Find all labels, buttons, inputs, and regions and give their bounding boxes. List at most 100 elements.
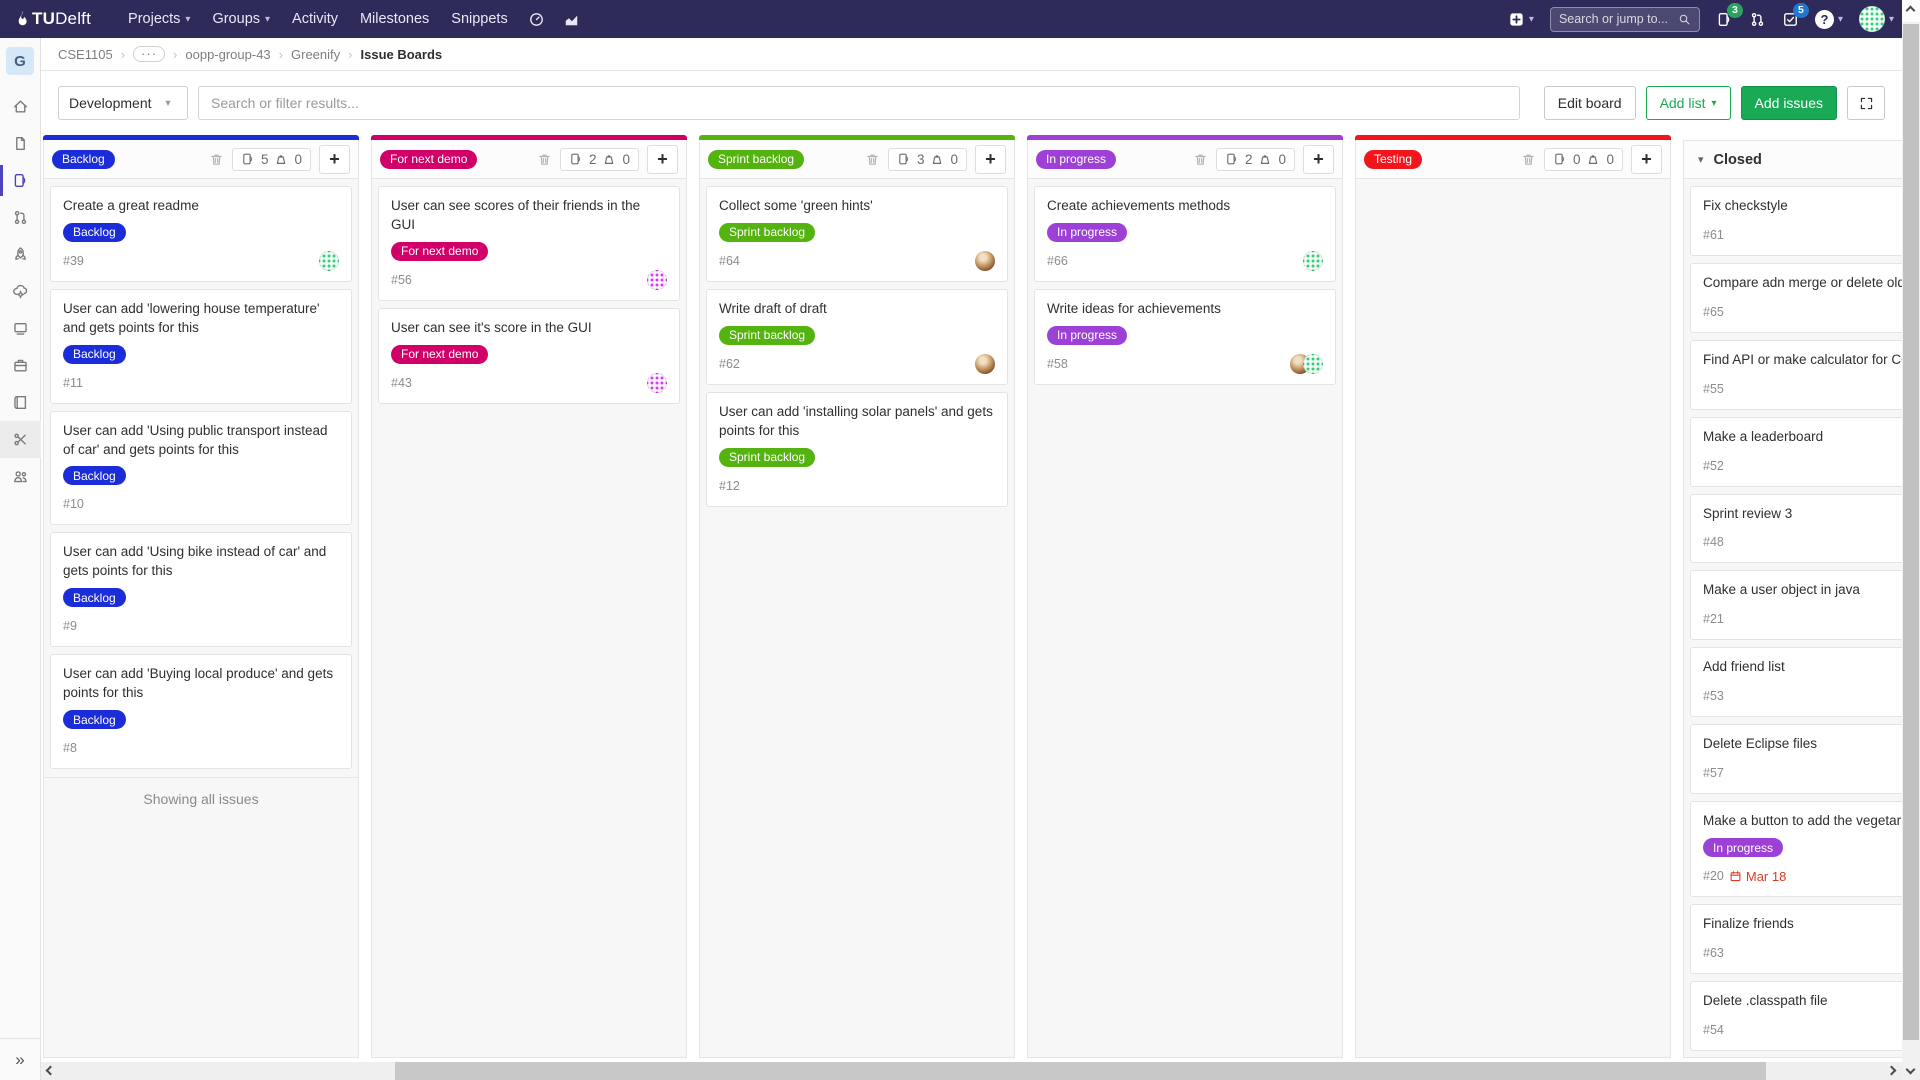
issue-label-pill[interactable]: Backlog xyxy=(63,466,126,485)
board-switcher[interactable]: Development ▾ xyxy=(58,86,188,120)
todos-shortcut[interactable]: 5 xyxy=(1782,11,1799,28)
sidebar-item-analytics[interactable] xyxy=(0,310,41,347)
add-issue-to-list-button[interactable]: + xyxy=(647,145,678,174)
issue-card[interactable]: Create achievements methodsIn progress#6… xyxy=(1034,186,1336,282)
assignee-avatar[interactable] xyxy=(1303,251,1323,271)
nav-milestones[interactable]: Milestones xyxy=(360,11,429,27)
delete-list-button[interactable] xyxy=(1193,152,1208,167)
sidebar-item-packages[interactable] xyxy=(0,347,41,384)
issue-card[interactable]: Collect some 'green hints'Sprint backlog… xyxy=(706,186,1008,282)
add-issues-button[interactable]: Add issues xyxy=(1741,86,1837,120)
issue-card[interactable]: Delete Eclipse files#57 xyxy=(1690,724,1902,794)
nav-snippets[interactable]: Snippets xyxy=(451,11,507,27)
issue-card[interactable]: Create a great readmeBacklog#39 xyxy=(50,186,352,282)
sidebar-item-repository[interactable] xyxy=(0,125,41,162)
delete-list-button[interactable] xyxy=(209,152,224,167)
scroll-right-arrow[interactable] xyxy=(1888,1067,1895,1074)
issue-label-pill[interactable]: For next demo xyxy=(391,242,488,261)
user-menu[interactable]: ▾ xyxy=(1859,6,1894,32)
add-issue-to-list-button[interactable]: + xyxy=(1631,145,1662,174)
issue-label-pill[interactable]: Backlog xyxy=(63,223,126,242)
sidebar-item-wiki[interactable] xyxy=(0,384,41,421)
issue-card[interactable]: Add friend list#53 xyxy=(1690,647,1902,717)
issue-card[interactable]: Make a user object in java#21 xyxy=(1690,570,1902,640)
delete-list-button[interactable] xyxy=(865,152,880,167)
issue-card[interactable]: Delete .classpath file#54 xyxy=(1690,981,1902,1051)
issue-label-pill[interactable]: Sprint backlog xyxy=(719,223,815,242)
dashboard-icon[interactable] xyxy=(528,11,545,28)
add-issue-to-list-button[interactable]: + xyxy=(1303,145,1334,174)
issue-label-pill[interactable]: Backlog xyxy=(63,345,126,364)
add-issue-to-list-button[interactable]: + xyxy=(319,145,350,174)
nav-projects[interactable]: Projects▾ xyxy=(128,11,190,27)
project-avatar[interactable]: G xyxy=(6,47,34,75)
sidebar-collapse-toggle[interactable]: » xyxy=(0,1038,40,1080)
column-label-pill[interactable]: In progress xyxy=(1036,150,1116,169)
issue-card[interactable]: Fix checkstyle#61 xyxy=(1690,186,1902,256)
issue-card[interactable]: User can see scores of their friends in … xyxy=(378,186,680,301)
stats-chart-icon[interactable] xyxy=(563,11,580,28)
nav-groups[interactable]: Groups▾ xyxy=(212,11,270,27)
issue-card[interactable]: User can add 'lowering house temperature… xyxy=(50,289,352,404)
issue-label-pill[interactable]: In progress xyxy=(1047,223,1127,242)
add-list-button[interactable]: Add list▾ xyxy=(1646,86,1731,120)
issue-label-pill[interactable]: Sprint backlog xyxy=(719,448,815,467)
edit-board-button[interactable]: Edit board xyxy=(1544,86,1636,120)
sidebar-item-snippets[interactable] xyxy=(0,421,41,458)
breadcrumb-subgroup[interactable]: oopp-group-43 xyxy=(185,47,270,62)
scroll-up-arrow[interactable] xyxy=(1907,7,1914,14)
merge-requests-shortcut[interactable] xyxy=(1749,11,1766,28)
issue-card[interactable]: Finalize friends#63 xyxy=(1690,904,1902,974)
issue-label-pill[interactable]: For next demo xyxy=(391,345,488,364)
sidebar-item-issues[interactable] xyxy=(0,162,41,199)
issue-label-pill[interactable]: In progress xyxy=(1703,838,1783,857)
sidebar-item-operations[interactable] xyxy=(0,273,41,310)
breadcrumb-ellipsis[interactable]: ··· xyxy=(133,46,165,62)
breadcrumb-group[interactable]: CSE1105 xyxy=(58,47,113,62)
chevron-down-icon[interactable]: ▾ xyxy=(1698,153,1704,166)
issue-label-pill[interactable]: Backlog xyxy=(63,710,126,729)
column-label-pill[interactable]: Backlog xyxy=(52,150,115,169)
assignee-avatar[interactable] xyxy=(975,251,995,271)
assignee-avatar[interactable] xyxy=(647,373,667,393)
vertical-scrollbar[interactable] xyxy=(1902,0,1920,1080)
horizontal-scrollbar-thumb[interactable] xyxy=(395,1062,1766,1080)
sidebar-item-members[interactable] xyxy=(0,458,41,495)
issue-card[interactable]: User can add 'Buying local produce' and … xyxy=(50,654,352,769)
issue-label-pill[interactable]: Sprint backlog xyxy=(719,326,815,345)
issue-card[interactable]: User can add 'installing solar panels' a… xyxy=(706,392,1008,507)
new-item-dropdown[interactable]: ▾ xyxy=(1508,11,1534,28)
assignee-avatar[interactable] xyxy=(319,251,339,271)
scroll-left-arrow[interactable] xyxy=(47,1067,54,1074)
assignee-avatar[interactable] xyxy=(647,270,667,290)
issue-label-pill[interactable]: In progress xyxy=(1047,326,1127,345)
column-label-pill[interactable]: For next demo xyxy=(380,150,477,169)
assignee-avatar[interactable] xyxy=(1303,354,1323,374)
issues-shortcut[interactable]: 3 xyxy=(1716,11,1733,28)
vertical-scrollbar-thumb[interactable] xyxy=(1903,24,1919,1040)
column-label-pill[interactable]: Testing xyxy=(1364,150,1422,169)
filter-input[interactable] xyxy=(198,86,1520,120)
nav-activity[interactable]: Activity xyxy=(292,11,338,27)
help-dropdown[interactable]: ? ▾ xyxy=(1815,10,1843,29)
issue-card[interactable]: Write ideas for achievementsIn progress#… xyxy=(1034,289,1336,385)
sidebar-item-ci-cd[interactable] xyxy=(0,236,41,273)
delete-list-button[interactable] xyxy=(1521,152,1536,167)
issue-card[interactable]: Write draft of draftSprint backlog#62 xyxy=(706,289,1008,385)
breadcrumb-project[interactable]: Greenify xyxy=(291,47,340,62)
horizontal-scrollbar[interactable] xyxy=(41,1062,1902,1080)
issue-label-pill[interactable]: Backlog xyxy=(63,588,126,607)
issue-card[interactable]: Make a leaderboard#52 xyxy=(1690,417,1902,487)
add-issue-to-list-button[interactable]: + xyxy=(975,145,1006,174)
global-search-input[interactable]: Search or jump to... xyxy=(1550,7,1700,32)
issue-card[interactable]: Make a button to add the vegetarianIn pr… xyxy=(1690,801,1902,897)
delete-list-button[interactable] xyxy=(537,152,552,167)
tudelft-logo[interactable]: TUDelft xyxy=(16,9,91,29)
issue-card[interactable]: Compare adn merge or delete old b#65 xyxy=(1690,263,1902,333)
issue-card[interactable]: User can add 'Using bike instead of car'… xyxy=(50,532,352,647)
sidebar-item-merge-requests[interactable] xyxy=(0,199,41,236)
sidebar-item-home[interactable] xyxy=(0,88,41,125)
issue-card[interactable]: Sprint review 3#48 xyxy=(1690,494,1902,564)
scroll-down-arrow[interactable] xyxy=(1907,1066,1914,1073)
issue-card[interactable]: Find API or make calculator for CO2#55 xyxy=(1690,340,1902,410)
